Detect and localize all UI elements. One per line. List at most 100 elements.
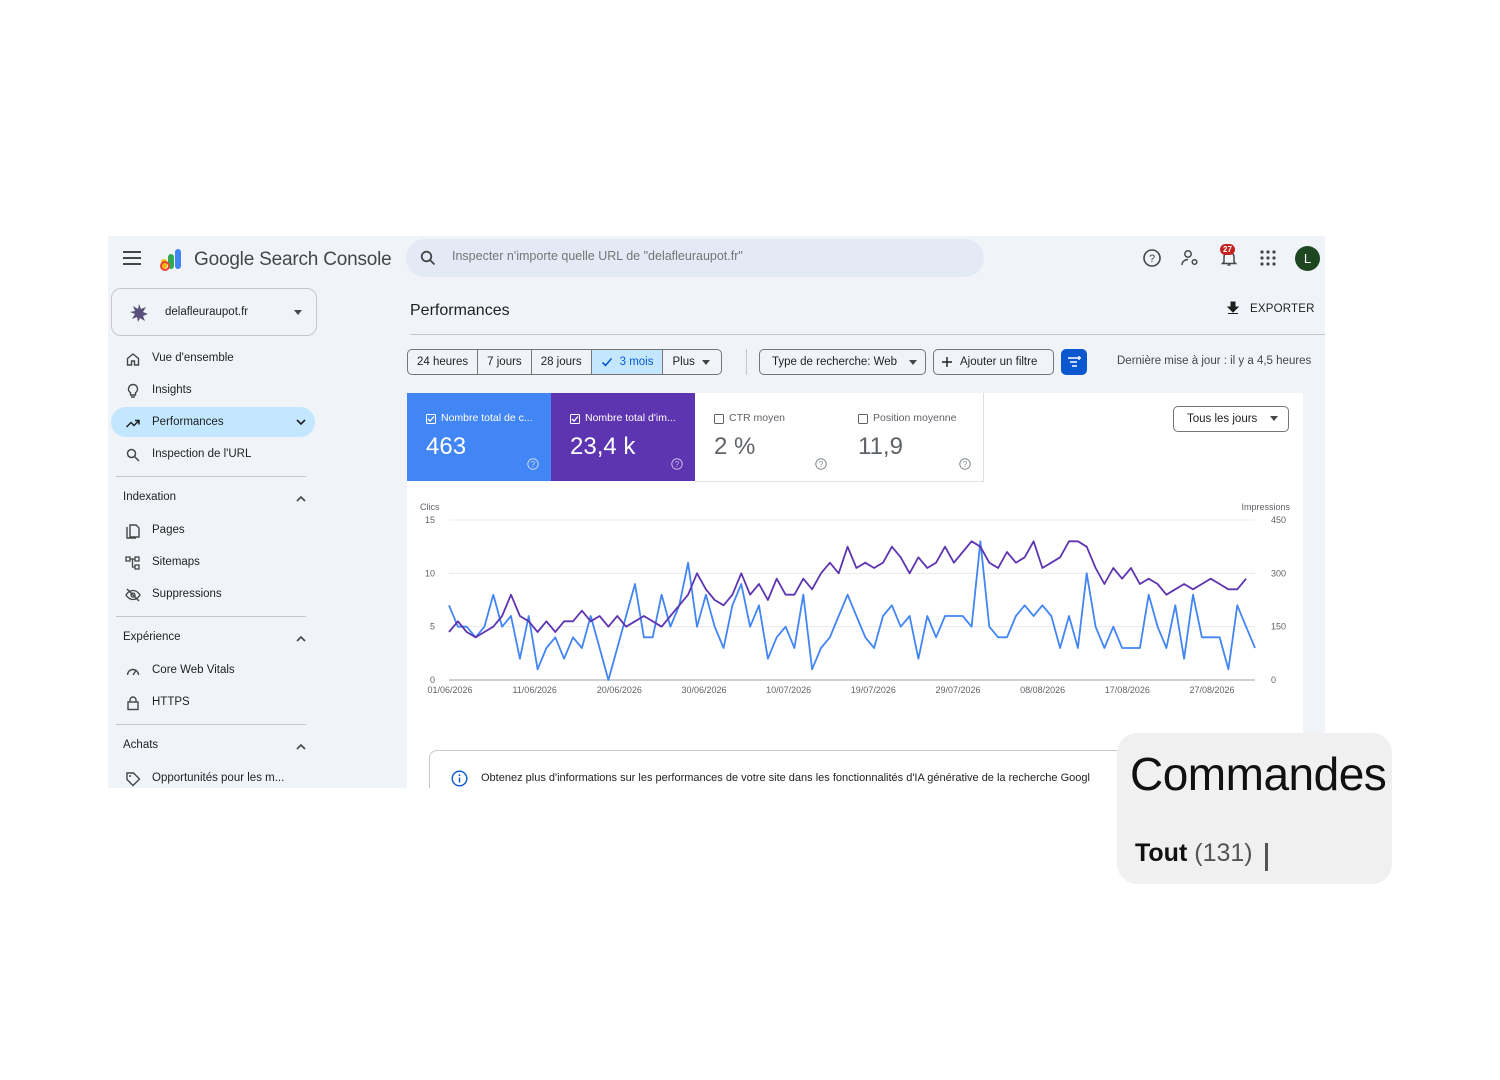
metric-label: CTR moyen	[729, 412, 786, 424]
info-icon	[451, 770, 468, 787]
help-icon[interactable]: ?	[959, 458, 971, 470]
chevron-up-icon[interactable]	[295, 493, 307, 505]
checkbox-unchecked-icon[interactable]	[858, 414, 868, 424]
help-icon[interactable]: ?	[527, 458, 539, 470]
caret-down-icon	[701, 360, 710, 365]
range-7d[interactable]: 7 jours	[478, 350, 532, 374]
x-tick-label: 17/08/2026	[1105, 685, 1150, 693]
avatar[interactable]: L	[1295, 246, 1320, 271]
section-indexation-title[interactable]: Indexation	[123, 491, 176, 503]
section-experience-title[interactable]: Expérience	[123, 631, 181, 643]
svg-text:?: ?	[819, 460, 824, 469]
chevron-up-icon[interactable]	[295, 633, 307, 645]
pages-icon	[126, 524, 140, 539]
sidebar-item-https[interactable]: HTTPS	[111, 687, 315, 717]
days-dropdown[interactable]: Tous les jours	[1173, 406, 1289, 432]
metric-card-position[interactable]: Position moyenne 11,9 ?	[839, 393, 984, 482]
search-type-label: Type de recherche: Web	[772, 356, 898, 368]
help-icon[interactable]: ?	[815, 458, 827, 470]
range-more-label: Plus	[672, 356, 695, 368]
chevron-down-icon	[296, 419, 306, 426]
search-icon	[420, 250, 436, 266]
help-icon[interactable]: ?	[671, 458, 683, 470]
x-tick-label: 10/07/2026	[766, 685, 811, 693]
x-tick-label: 11/06/2026	[512, 685, 556, 693]
search-input[interactable]	[450, 248, 974, 264]
sidebar-item-vue-ensemble[interactable]: Vue d'ensemble	[111, 343, 315, 373]
range-3m[interactable]: 3 mois	[591, 350, 664, 374]
right-tick-label: 450	[1271, 515, 1286, 525]
sidebar-item-inspection-url[interactable]: Inspection de l'URL	[111, 439, 315, 469]
sidebar-item-suppressions[interactable]: Suppressions	[111, 579, 315, 609]
check-icon	[601, 357, 612, 367]
right-tick-label: 150	[1271, 622, 1286, 632]
text-cursor	[1265, 843, 1268, 871]
sidebar-item-performances[interactable]: Performances	[111, 407, 315, 437]
days-dropdown-label: Tous les jours	[1187, 413, 1258, 425]
range-24h[interactable]: 24 heures	[408, 350, 479, 374]
checkbox-checked-icon[interactable]	[426, 414, 436, 424]
x-tick-label: 20/06/2026	[597, 685, 642, 693]
lightbulb-icon	[127, 383, 139, 398]
user-settings-icon[interactable]	[1180, 248, 1200, 268]
left-tick-label: 0	[430, 675, 435, 685]
sidebar-divider	[116, 476, 306, 477]
orders-tab-label: Tout	[1135, 839, 1188, 867]
menu-icon[interactable]	[123, 251, 141, 265]
range-more[interactable]: Plus	[663, 350, 720, 374]
last-update-text: Dernière mise à jour : il y a 4,5 heures	[1117, 355, 1312, 367]
chevron-up-icon[interactable]	[295, 741, 307, 753]
add-filter-label: Ajouter un filtre	[960, 356, 1038, 368]
range-28d[interactable]: 28 jours	[532, 350, 592, 374]
search-console-logo-icon	[160, 249, 181, 271]
svg-text:?: ?	[531, 460, 536, 469]
x-tick-label: 29/07/2026	[935, 685, 980, 693]
visibility-off-icon	[125, 588, 141, 602]
checkbox-unchecked-icon[interactable]	[714, 414, 724, 424]
sidebar-item-opportunites[interactable]: Opportunités pour les m...	[111, 763, 315, 788]
lock-icon	[127, 696, 139, 711]
metric-card-ctr[interactable]: CTR moyen 2 % ?	[695, 393, 840, 482]
caret-down-icon	[294, 310, 302, 315]
url-inspection-search[interactable]	[406, 239, 984, 277]
section-achats-title[interactable]: Achats	[123, 739, 158, 751]
export-label: EXPORTER	[1250, 303, 1315, 315]
clicks-series-line	[448, 540, 1256, 681]
download-icon	[1226, 301, 1240, 314]
help-icon[interactable]: ?	[1142, 248, 1162, 268]
orders-tab-all[interactable]: Tout (131)	[1135, 839, 1253, 868]
metric-label: Position moyenne	[873, 412, 957, 424]
metric-value: 463	[426, 433, 467, 460]
metric-label: Nombre total d'im...	[585, 412, 676, 424]
metric-value: 23,4 k	[570, 433, 636, 460]
toolbar-separator	[746, 349, 747, 375]
home-icon	[126, 353, 140, 366]
checkbox-checked-icon[interactable]	[570, 414, 580, 424]
date-range-selector: 24 heures 7 jours 28 jours 3 mois Plus	[407, 349, 722, 375]
sidebar-item-label: Performances	[152, 416, 224, 428]
metric-card-clicks[interactable]: Nombre total de c... 463 ?	[407, 393, 551, 481]
search-console-window: Google Search Console ? 27 L delafleurau…	[108, 236, 1325, 788]
sitemap-icon	[125, 556, 140, 570]
add-filter-button[interactable]: Ajouter un filtre	[933, 349, 1054, 375]
metric-value: 2 %	[714, 433, 756, 460]
search-icon	[126, 448, 140, 462]
header-divider	[410, 334, 1325, 335]
property-selector[interactable]: delafleuraupot.fr	[111, 288, 317, 336]
apps-grid-icon[interactable]	[1258, 248, 1278, 268]
right-tick-label: 300	[1271, 568, 1286, 578]
sidebar-item-insights[interactable]: Insights	[111, 375, 315, 405]
metric-card-impressions[interactable]: Nombre total d'im... 23,4 k ?	[551, 393, 695, 481]
sidebar-item-label: Opportunités pour les m...	[152, 772, 285, 784]
sidebar-item-pages[interactable]: Pages	[111, 515, 315, 545]
sidebar-item-core-web-vitals[interactable]: Core Web Vitals	[111, 655, 315, 685]
page-title: Performances	[410, 302, 510, 319]
svg-text:?: ?	[963, 460, 968, 469]
sidebar-item-sitemaps[interactable]: Sitemaps	[111, 547, 315, 577]
search-type-dropdown[interactable]: Type de recherche: Web	[759, 349, 926, 375]
filter-settings-button[interactable]	[1061, 349, 1087, 375]
x-tick-label: 27/08/2026	[1189, 685, 1234, 693]
orders-title: Commandes	[1130, 748, 1387, 800]
metric-label: Nombre total de c...	[441, 412, 533, 424]
sidebar-item-label: Insights	[152, 384, 192, 396]
